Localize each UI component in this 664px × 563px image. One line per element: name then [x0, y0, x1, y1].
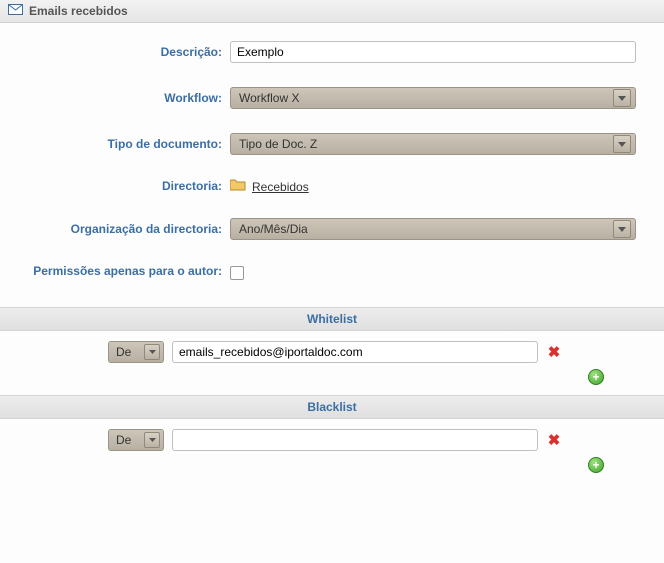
blacklist-delete-icon[interactable]: ✖ — [546, 432, 562, 448]
org-dir-select[interactable]: Ano/Mês/Dia — [230, 218, 636, 240]
tipo-doc-select[interactable]: Tipo de Doc. Z — [230, 133, 636, 155]
whitelist-block: De ✖ — [0, 331, 664, 385]
blacklist-field-select[interactable]: De — [108, 429, 164, 451]
whitelist-header: Whitelist — [0, 307, 664, 331]
org-dir-select-value: Ano/Mês/Dia — [239, 222, 613, 236]
form-area: Descrição: Workflow: Workflow X Tipo de … — [0, 23, 664, 283]
whitelist-delete-icon[interactable]: ✖ — [546, 344, 562, 360]
blacklist-field-value: De — [116, 433, 144, 447]
directoria-link[interactable]: Recebidos — [252, 180, 309, 194]
label-directoria: Directoria: — [8, 179, 230, 194]
blacklist-add-button[interactable] — [588, 457, 604, 473]
workflow-select-value: Workflow X — [239, 91, 613, 105]
chevron-down-icon — [613, 220, 631, 238]
whitelist-field-value: De — [116, 345, 144, 359]
chevron-down-icon — [144, 344, 160, 360]
label-perm-autor: Permissões apenas para o autor: — [8, 264, 230, 279]
whitelist-row: De ✖ — [8, 341, 604, 363]
workflow-select[interactable]: Workflow X — [230, 87, 636, 109]
descricao-input[interactable] — [230, 41, 636, 63]
perm-autor-checkbox[interactable] — [230, 266, 244, 280]
label-descricao: Descrição: — [8, 45, 230, 60]
label-org-dir: Organização da directoria: — [8, 222, 230, 237]
blacklist-block: De ✖ — [0, 419, 664, 473]
blacklist-header: Blacklist — [0, 395, 664, 419]
chevron-down-icon — [613, 135, 631, 153]
blacklist-value-input[interactable] — [172, 429, 538, 451]
chevron-down-icon — [144, 432, 160, 448]
window-title: Emails recebidos — [29, 4, 128, 18]
blacklist-row: De ✖ — [8, 429, 604, 451]
whitelist-field-select[interactable]: De — [108, 341, 164, 363]
folder-icon — [230, 179, 246, 194]
window-header: Emails recebidos — [0, 0, 664, 23]
tipo-doc-select-value: Tipo de Doc. Z — [239, 137, 613, 151]
label-tipo-doc: Tipo de documento: — [8, 137, 230, 152]
chevron-down-icon — [613, 89, 631, 107]
label-workflow: Workflow: — [8, 91, 230, 106]
whitelist-value-input[interactable] — [172, 341, 538, 363]
whitelist-add-button[interactable] — [588, 369, 604, 385]
mail-icon — [8, 4, 23, 18]
